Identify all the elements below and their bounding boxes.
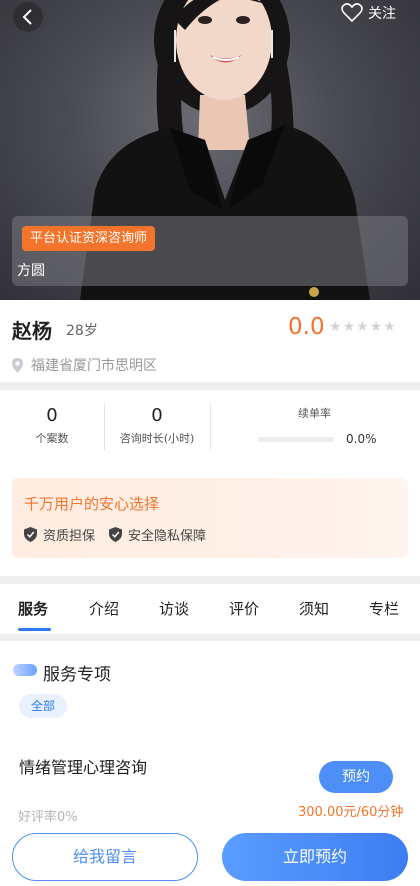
follow-button[interactable]: 关注 [341,3,396,23]
divider [0,382,420,390]
shield-check-icon [109,527,123,542]
heart-outline-icon [341,3,363,23]
divider [0,576,420,584]
location-row: 福建省厦门市思明区 [12,355,157,375]
tab-column[interactable]: 专栏 [369,598,399,619]
stat-cases-label: 个案数 [35,432,69,445]
section-title: 服务专项 [43,665,111,685]
star-icon: ★ [356,319,369,335]
tab-reviews[interactable]: 评价 [229,598,259,619]
service-price: 300.00元/60分钟 [298,805,404,820]
profile-photo: 关注 平台认证资深咨询师 方圆 [0,0,420,300]
divider [210,404,211,450]
counselor-age: 28岁 [66,323,98,339]
counselor-name: 赵杨 [12,319,52,343]
back-arrow-icon [22,9,32,25]
star-icon: ★ [342,319,356,335]
service-good-rate: 好评率0% [18,810,78,825]
star-icon: ★ [383,319,396,335]
certification-name: 方圆 [17,263,45,279]
shield-check-icon [24,527,37,542]
location-pin-icon [12,357,23,373]
tab-intro[interactable]: 介绍 [89,598,119,619]
stat-hours-value: 0 [151,405,163,426]
book-service-button[interactable]: 预约 [319,761,393,793]
renew-rate-label: 续单率 [298,407,331,420]
renew-rate-value: 0.0% [346,432,377,446]
stat-hours-label: 咨询时长(小时) [119,432,195,445]
filter-chip-all[interactable]: 全部 [19,694,67,718]
tab-notice[interactable]: 须知 [299,598,329,619]
service-name[interactable]: 情绪管理心理咨询 [19,754,147,778]
tab-service[interactable]: 服务 [18,598,48,619]
stat-cases-value: 0 [46,405,58,426]
tab-interview[interactable]: 访谈 [159,598,189,619]
assurance-item-label: 安全隐私保障 [128,529,207,544]
divider [104,404,105,450]
tab-bar: 服务 介绍 访谈 评价 须知 专栏 [0,592,420,632]
section-marker-icon [13,664,37,676]
book-now-button[interactable]: 立即预约 [222,833,408,881]
assurance-item: 安全隐私保障 [109,525,206,544]
assurance-card [12,478,408,558]
star-icon: ★ [369,319,383,335]
certification-badge: 平台认证资深咨询师 [22,226,156,251]
assurance-item-label: 资质担保 [43,529,96,544]
follow-label: 关注 [368,6,396,22]
stat-hours: 0 咨询时长(小时) [112,405,202,446]
active-tab-indicator [18,628,51,631]
rating-stars: ★ ★ ★ ★ ★ [329,320,396,334]
stat-cases: 0 个案数 [22,405,82,446]
star-icon: ★ [329,319,342,335]
back-button[interactable] [13,2,43,32]
rating-score: 0.0 [288,314,325,340]
divider [0,634,420,641]
assurance-items: 资质担保 安全隐私保障 [24,525,206,544]
location-text: 福建省厦门市思明区 [31,358,157,374]
renew-rate-bar [258,437,334,442]
leave-message-button[interactable]: 给我留言 [12,833,198,881]
assurance-title: 千万用户的安心选择 [24,495,160,513]
assurance-item: 资质担保 [24,525,95,544]
